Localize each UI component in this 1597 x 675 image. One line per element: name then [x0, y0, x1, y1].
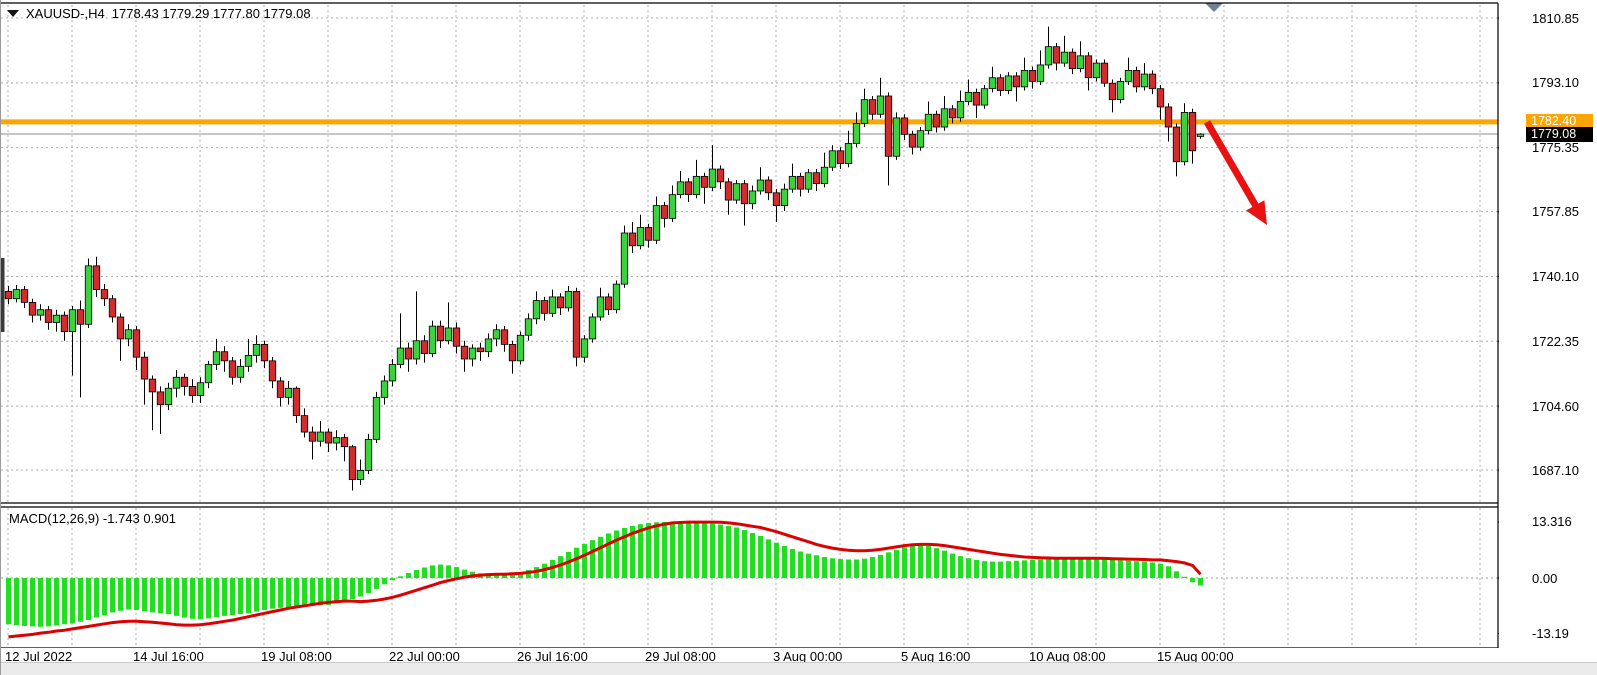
- trend-arrow[interactable]: [1207, 122, 1267, 225]
- price-axis-label: 1810.85: [1532, 11, 1579, 26]
- price-axis-label: 1775.35: [1532, 140, 1579, 155]
- price-lines: [1, 122, 1498, 134]
- price-axis-label: 1722.35: [1532, 334, 1579, 349]
- symbol-period-label: XAUUSD-,H4: [26, 6, 105, 21]
- macd-axis-label: 0.00: [1532, 571, 1557, 586]
- chart-canvas[interactable]: [1, 0, 1597, 675]
- macd-indicator-label: MACD(12,26,9) -1.743 0.901: [9, 511, 176, 526]
- price-axis-label: 1687.10: [1532, 463, 1579, 478]
- price-axis-label: 1740.10: [1532, 269, 1579, 284]
- price-axis-label: 1704.60: [1532, 399, 1579, 414]
- price-axis-label: 1757.85: [1532, 204, 1579, 219]
- clipped-candle: [1, 258, 5, 332]
- time-axis[interactable]: 12 Jul 202214 Jul 16:0019 Jul 08:0022 Ju…: [1, 648, 1498, 662]
- window-bottom-strip: [1, 662, 1597, 675]
- panel-borders: [1, 3, 1498, 648]
- chart-dropdown-icon[interactable]: [7, 10, 19, 17]
- macd-histogram: [6, 522, 1203, 627]
- axis-ticks: [8, 18, 1504, 653]
- candles-group: [5, 27, 1204, 491]
- macd-axis-label: 13.316: [1532, 514, 1572, 529]
- ohlc-values: 1778.43 1779.29 1777.80 1779.08: [112, 6, 311, 21]
- chart-window: XAUUSD-,H4 1778.43 1779.29 1777.80 1779.…: [0, 0, 1597, 675]
- grid-lines: [1, 5, 1498, 647]
- price-axis[interactable]: 1782.40 1779.08 1810.851793.101775.35175…: [1499, 0, 1597, 662]
- macd-axis-label: -13.19: [1532, 626, 1569, 641]
- auto-scroll-marker[interactable]: [1205, 3, 1223, 12]
- chart-ohlc-header: XAUUSD-,H4 1778.43 1779.29 1777.80 1779.…: [7, 6, 311, 21]
- macd-signal-line: [9, 522, 1201, 637]
- price-axis-label: 1793.10: [1532, 75, 1579, 90]
